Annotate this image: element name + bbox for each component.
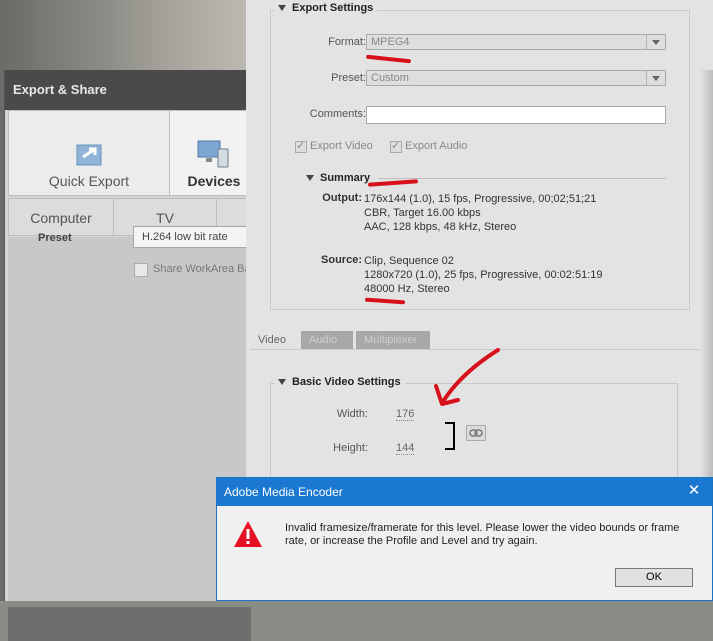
basic-video-title-text: Basic Video Settings: [292, 376, 401, 388]
format-dropdown[interactable]: MPEG4: [366, 34, 666, 50]
source-line: 48000 Hz, Stereo: [364, 283, 450, 295]
output-line: AAC, 128 kbps, 48 kHz, Stereo: [364, 221, 517, 233]
output-line: CBR, Target 16.00 kbps: [364, 207, 481, 219]
chevron-down-icon: [646, 71, 665, 85]
tab-label: Quick Export: [48, 173, 130, 189]
collapse-triangle-icon: [278, 5, 286, 12]
tab-multiplexer[interactable]: Multiplexer: [356, 331, 430, 349]
annotation-arrow-icon: [434, 348, 500, 406]
annotation-bracket: [445, 422, 455, 450]
preset-value: Custom: [371, 72, 409, 84]
width-label: Width:: [336, 408, 368, 420]
export-audio-checkbox[interactable]: [390, 139, 402, 153]
preset-dropdown[interactable]: Custom: [366, 70, 666, 86]
export-share-panel: Export & Share Quick Export Devices Comp…: [4, 70, 259, 641]
export-video-label: Export Video: [310, 140, 373, 152]
output-summary: 176x144 (1.0), 15 fps, Progressive, 00;0…: [364, 192, 596, 234]
panel-bottom-bar: [8, 607, 251, 641]
share-workarea-checkbox[interactable]: [134, 263, 148, 277]
preset-select[interactable]: H.264 low bit rate: [133, 226, 253, 248]
divider: [378, 178, 666, 179]
panel-content: [8, 237, 251, 601]
height-label: Height:: [333, 442, 368, 454]
window-edge: [700, 70, 713, 480]
tab-audio[interactable]: Audio: [301, 331, 353, 349]
preset-label: Preset: [38, 232, 72, 244]
quick-export-icon: [76, 144, 102, 166]
tab-video[interactable]: Video: [250, 331, 294, 349]
collapse-triangle-icon: [278, 379, 286, 386]
summary-title-text: Summary: [320, 172, 371, 184]
close-icon[interactable]: ✕: [684, 481, 704, 501]
tab-label: Devices: [187, 173, 241, 189]
export-audio-label: Export Audio: [405, 140, 468, 152]
collapse-triangle-icon: [306, 175, 314, 182]
ok-button[interactable]: OK: [615, 568, 693, 587]
link-icon[interactable]: [466, 425, 486, 441]
comments-label: Comments:: [309, 108, 366, 120]
format-value: MPEG4: [371, 36, 410, 48]
output-line: 176x144 (1.0), 15 fps, Progressive, 00;0…: [364, 193, 597, 205]
section-title-text: Export Settings: [292, 2, 374, 14]
subtab-computer[interactable]: Computer: [8, 198, 114, 236]
share-workarea-label: Share WorkArea Ba: [153, 263, 251, 275]
error-dialog: Adobe Media Encoder ✕ Invalid framesize/…: [216, 477, 713, 601]
dialog-message: Invalid framesize/framerate for this lev…: [285, 522, 680, 547]
height-value[interactable]: 144: [396, 442, 415, 455]
comments-input[interactable]: [366, 106, 666, 124]
dialog-title: Adobe Media Encoder: [224, 485, 343, 499]
panel-title: Export & Share: [5, 70, 251, 110]
source-label: Source:: [321, 254, 362, 266]
panel-body: Quick Export Devices Computer TV: [5, 110, 259, 641]
preset-label: Preset:: [331, 72, 366, 84]
width-value[interactable]: 176: [396, 408, 415, 421]
tab-quick-export[interactable]: Quick Export: [8, 110, 170, 196]
output-label: Output:: [322, 192, 362, 204]
source-summary: Clip, Sequence 02 1280x720 (1.0), 25 fps…: [364, 254, 603, 296]
export-video-checkbox[interactable]: [295, 139, 307, 153]
format-label: Format:: [328, 36, 366, 48]
devices-icon: [197, 140, 229, 168]
chevron-down-icon: [646, 35, 665, 49]
warning-icon: [234, 521, 262, 547]
source-line: Clip, Sequence 02: [364, 255, 454, 267]
summary-heading[interactable]: Summary: [302, 172, 375, 184]
export-settings-heading[interactable]: Export Settings: [274, 2, 378, 14]
dialog-titlebar[interactable]: Adobe Media Encoder ✕: [217, 478, 712, 506]
source-line: 1280x720 (1.0), 25 fps, Progressive, 00:…: [364, 269, 603, 281]
basic-video-heading[interactable]: Basic Video Settings: [274, 376, 405, 388]
